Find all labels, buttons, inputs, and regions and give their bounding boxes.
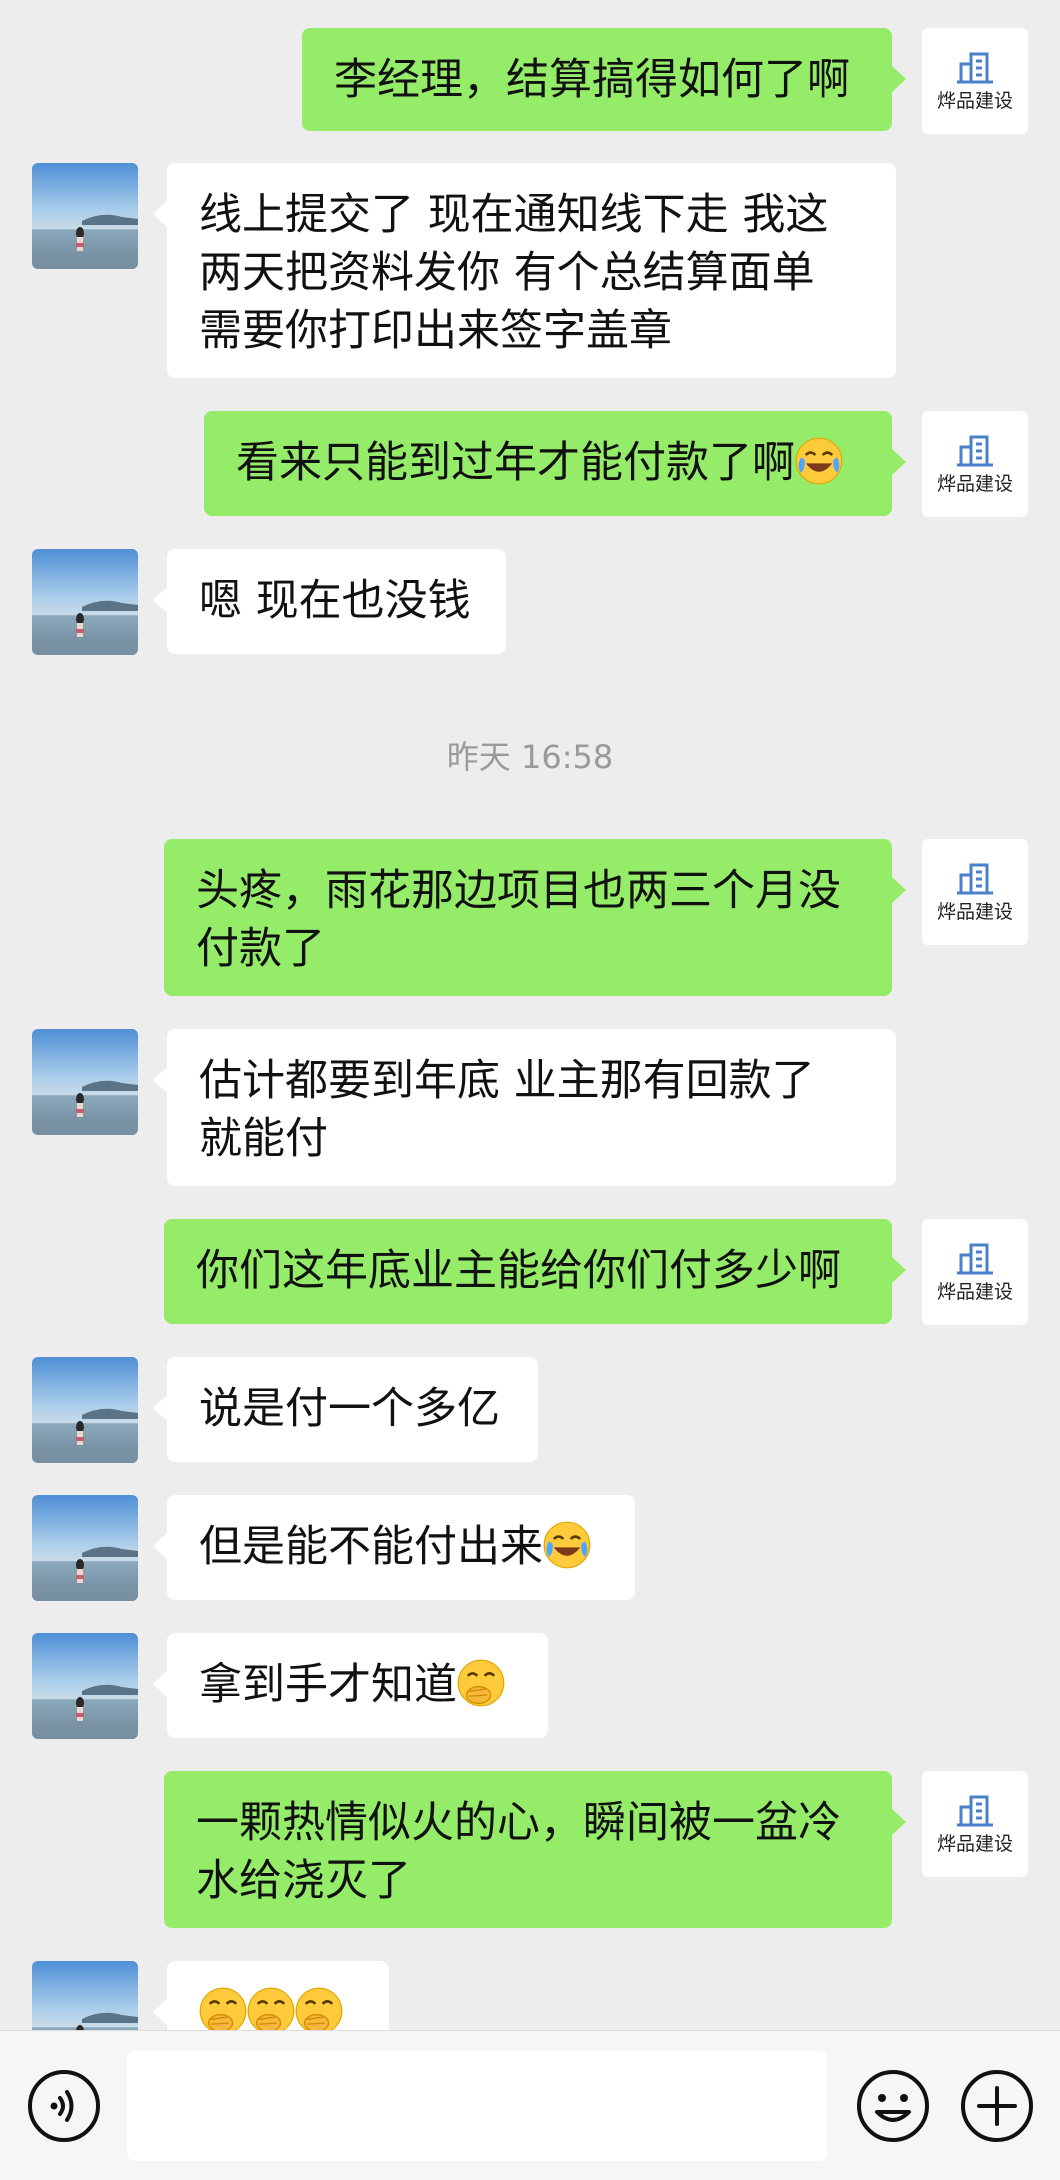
message-input[interactable] — [127, 2051, 827, 2161]
contact-avatar[interactable] — [32, 1633, 138, 1739]
avatar-photo — [32, 1495, 138, 1601]
sender-avatar[interactable]: 烨品建设 — [922, 1219, 1028, 1325]
sent-message-bubble[interactable]: 一颗热情似火的心，瞬间被一盆冷水给浇灭了 — [164, 1771, 906, 1928]
sent-message-bubble[interactable]: 看来只能到过年才能付款了啊 — [204, 411, 906, 516]
hand-over-mouth-emoji — [457, 1659, 505, 1707]
avatar-photo — [32, 1357, 138, 1463]
chat-input-bar — [0, 2030, 1060, 2180]
contact-avatar[interactable] — [32, 549, 138, 655]
sender-avatar[interactable]: 烨品建设 — [922, 839, 1028, 945]
sender-name-label: 烨品建设 — [936, 90, 1013, 112]
sender-avatar[interactable]: 烨品建设 — [922, 28, 1028, 134]
contact-avatar[interactable] — [32, 1495, 138, 1601]
message-text: 李经理，结算搞得如何了啊 — [334, 55, 850, 105]
tears-of-joy-emoji — [543, 1521, 591, 1569]
hand-over-mouth-emoji — [295, 1987, 343, 2030]
building-icon — [957, 1243, 993, 1275]
avatar-photo — [32, 1029, 138, 1135]
sender-name-label: 烨品建设 — [936, 473, 1013, 495]
contact-avatar[interactable] — [32, 163, 138, 269]
plus-icon[interactable] — [959, 2068, 1035, 2144]
message-text: 估计都要到年底 业主那有回款了 就能付 — [199, 1056, 815, 1164]
timestamp-divider: 昨天 16:58 — [446, 738, 614, 776]
building-icon — [957, 435, 993, 467]
message-text: 头疼，雨花那边项目也两三个月没付款了 — [196, 866, 841, 974]
hand-over-mouth-emoji — [199, 1987, 247, 2030]
sent-message-bubble[interactable]: 李经理，结算搞得如何了啊 — [302, 28, 906, 131]
received-message-bubble[interactable]: 嗯 现在也没钱 — [153, 549, 506, 654]
hand-over-mouth-emoji — [247, 1987, 295, 2030]
avatar-photo — [32, 1961, 138, 2030]
message-text: 看来只能到过年才能付款了啊 — [236, 438, 795, 488]
sender-avatar[interactable]: 烨品建设 — [922, 1771, 1028, 1877]
received-message-bubble[interactable]: 说是付一个多亿 — [153, 1357, 538, 1462]
voice-icon[interactable] — [26, 2068, 102, 2144]
sender-name-label: 烨品建设 — [936, 1833, 1013, 1855]
received-message-bubble[interactable]: 拿到手才知道 — [153, 1633, 548, 1738]
message-text: 一颗热情似火的心，瞬间被一盆冷水给浇灭了 — [196, 1798, 841, 1906]
building-icon — [957, 863, 993, 895]
message-text: 嗯 现在也没钱 — [199, 576, 471, 626]
message-text: 拿到手才知道 — [199, 1660, 457, 1710]
building-icon — [957, 1795, 993, 1827]
sender-name-label: 烨品建设 — [936, 1281, 1013, 1303]
message-text: 线上提交了 现在通知线下走 我这两天把资料发你 有个总结算面单 需要你打印出来签… — [199, 190, 829, 356]
message-text: 你们这年底业主能给你们付多少啊 — [196, 1246, 841, 1296]
received-message-bubble[interactable] — [153, 1961, 389, 2030]
message-text: 说是付一个多亿 — [199, 1384, 500, 1434]
contact-avatar[interactable] — [32, 1961, 138, 2030]
message-text: 但是能不能付出来 — [199, 1522, 543, 1572]
received-message-bubble[interactable]: 估计都要到年底 业主那有回款了 就能付 — [153, 1029, 896, 1186]
avatar-photo — [32, 549, 138, 655]
sent-message-bubble[interactable]: 头疼，雨花那边项目也两三个月没付款了 — [164, 839, 906, 996]
sender-name-label: 烨品建设 — [936, 901, 1013, 923]
tears-of-joy-emoji — [795, 437, 843, 485]
sender-avatar[interactable]: 烨品建设 — [922, 411, 1028, 517]
contact-avatar[interactable] — [32, 1357, 138, 1463]
sent-message-bubble[interactable]: 你们这年底业主能给你们付多少啊 — [164, 1219, 906, 1324]
avatar-photo — [32, 1633, 138, 1739]
chat-message-list[interactable]: 李经理，结算搞得如何了啊 烨品建设 线上提交了 现在通知线下走 我这两天把资料发… — [0, 0, 1060, 2030]
received-message-bubble[interactable]: 但是能不能付出来 — [153, 1495, 635, 1600]
avatar-photo — [32, 163, 138, 269]
emoji-icon[interactable] — [855, 2068, 931, 2144]
contact-avatar[interactable] — [32, 1029, 138, 1135]
received-message-bubble[interactable]: 线上提交了 现在通知线下走 我这两天把资料发你 有个总结算面单 需要你打印出来签… — [153, 163, 896, 378]
building-icon — [957, 52, 993, 84]
